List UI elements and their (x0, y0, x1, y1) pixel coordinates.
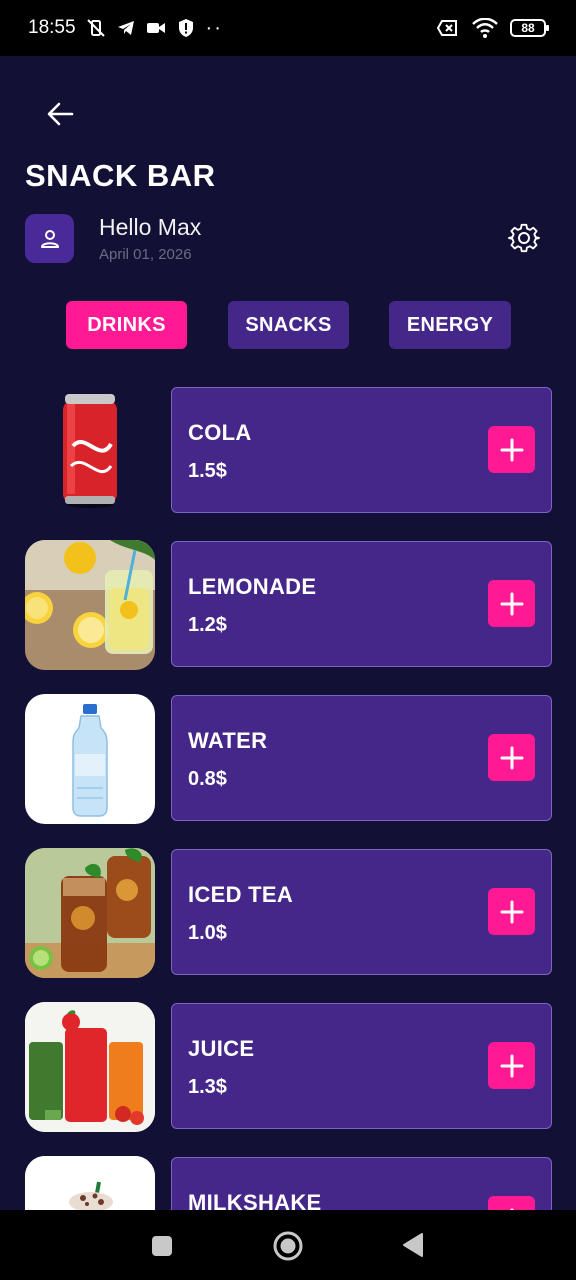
cola-image (25, 386, 155, 516)
system-nav-bar (0, 1210, 576, 1280)
status-bar: 18:55 ·· 88 (0, 0, 576, 56)
product-name: WATER (188, 728, 268, 753)
user-icon (40, 229, 59, 248)
list-item: LEMONADE 1.2$ (0, 540, 576, 670)
product-name: ICED TEA (188, 882, 294, 907)
plus-icon (500, 900, 523, 923)
battery-level: 88 (521, 21, 535, 35)
product-list[interactable]: COLA 1.5$ LEMONADE 1.2$ WATER 0.8$ ICED … (0, 386, 576, 1210)
plus-icon (500, 592, 523, 615)
back-button[interactable] (40, 96, 80, 132)
plus-icon (500, 438, 523, 461)
product-card[interactable]: ICED TEA 1.0$ (171, 849, 552, 975)
gear-icon (508, 223, 540, 253)
home-button[interactable] (268, 1226, 308, 1266)
avatar[interactable] (25, 214, 74, 263)
tab-snacks[interactable]: SNACKS (228, 301, 349, 349)
greeting-text: Hello Max (99, 214, 202, 240)
back-nav-button[interactable] (396, 1228, 430, 1262)
more-dots-icon: ·· (205, 16, 223, 39)
battery-icon: 88 (510, 19, 549, 37)
product-name: MILKSHAKE (188, 1190, 322, 1210)
product-price: 1.3$ (188, 1076, 227, 1098)
video-icon (146, 18, 166, 38)
page-title: SNACK BAR (25, 158, 216, 193)
product-card[interactable]: MILKSHAKE (171, 1157, 552, 1210)
iced-tea-image (25, 848, 155, 978)
telegram-icon (116, 18, 136, 38)
circle-icon (273, 1231, 303, 1261)
settings-button[interactable] (504, 218, 544, 258)
juice-image (25, 1002, 155, 1132)
add-to-cart-button[interactable] (488, 734, 535, 781)
square-icon (152, 1236, 172, 1256)
add-to-cart-button[interactable] (488, 1196, 535, 1210)
product-price: 1.0$ (188, 922, 227, 944)
list-item: ICED TEA 1.0$ (0, 848, 576, 978)
milkshake-image (25, 1156, 155, 1210)
list-item: COLA 1.5$ (0, 386, 576, 516)
product-price: 0.8$ (188, 768, 227, 790)
tab-label: DRINKS (87, 313, 166, 336)
list-item: JUICE 1.3$ (0, 1002, 576, 1132)
product-card[interactable]: COLA 1.5$ (171, 387, 552, 513)
product-card[interactable]: LEMONADE 1.2$ (171, 541, 552, 667)
list-item: WATER 0.8$ (0, 694, 576, 824)
lemonade-image (25, 540, 155, 670)
date-text: April 01, 2026 (99, 246, 192, 263)
product-card[interactable]: WATER 0.8$ (171, 695, 552, 821)
plus-icon (500, 746, 523, 769)
triangle-back-icon (403, 1233, 423, 1257)
status-time: 18:55 (28, 17, 76, 38)
list-item: MILKSHAKE (0, 1156, 576, 1210)
tab-drinks[interactable]: DRINKS (66, 301, 187, 349)
wifi-icon (472, 18, 498, 38)
product-name: LEMONADE (188, 574, 317, 599)
add-to-cart-button[interactable] (488, 888, 535, 935)
add-to-cart-button[interactable] (488, 1042, 535, 1089)
recents-button[interactable] (146, 1230, 178, 1262)
product-name: JUICE (188, 1036, 255, 1061)
tab-energy[interactable]: ENERGY (389, 301, 511, 349)
tab-label: SNACKS (245, 313, 332, 336)
product-card[interactable]: JUICE 1.3$ (171, 1003, 552, 1129)
water-image (25, 694, 155, 824)
sim-off-icon (436, 18, 460, 38)
tab-label: ENERGY (406, 313, 494, 336)
mute-vibrate-icon (86, 18, 106, 38)
shield-icon (176, 18, 196, 38)
arrow-left-icon (47, 102, 74, 126)
category-tabs: DRINKS SNACKS ENERGY (0, 301, 576, 349)
plus-icon (500, 1054, 523, 1077)
add-to-cart-button[interactable] (488, 426, 535, 473)
product-name: COLA (188, 420, 252, 445)
add-to-cart-button[interactable] (488, 580, 535, 627)
product-price: 1.5$ (188, 460, 227, 482)
product-price: 1.2$ (188, 614, 227, 636)
